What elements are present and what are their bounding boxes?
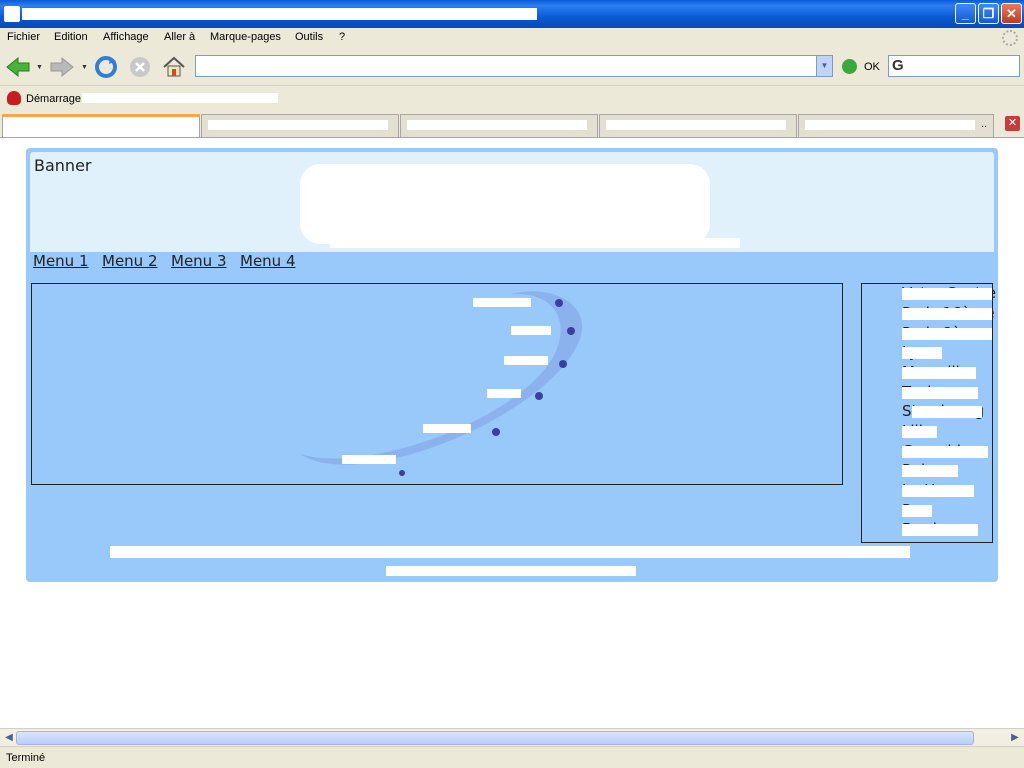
menu-fichier[interactable]: Fichier: [7, 31, 40, 43]
menu-outils[interactable]: Outils: [295, 31, 323, 43]
menu-help[interactable]: ?: [339, 31, 345, 43]
close-tab-icon[interactable]: ✕: [1005, 116, 1020, 131]
back-arrow-icon: [6, 56, 30, 78]
orbit-label-redaction: [511, 326, 551, 335]
orbit-label-redaction: [473, 298, 531, 307]
banner: Banner: [30, 152, 994, 252]
bookmark-icon: [7, 91, 21, 105]
forward-dropdown-icon[interactable]: ▼: [81, 64, 88, 71]
menu-3-link[interactable]: Menu 3: [171, 252, 227, 270]
status-bar: Terminé: [0, 746, 1024, 768]
sidebar-redaction: [902, 328, 992, 340]
stop-icon: [130, 57, 150, 77]
tab-4[interactable]: [599, 114, 797, 137]
search-engine-icon[interactable]: G: [892, 57, 904, 74]
sidebar-redaction: [902, 367, 976, 379]
reload-button[interactable]: [92, 53, 120, 81]
orbit-dot: [559, 360, 567, 368]
stop-button[interactable]: [126, 53, 154, 81]
go-icon[interactable]: [842, 59, 857, 74]
orbit-label-redaction: [423, 424, 471, 433]
sidebar-redaction: [902, 387, 978, 399]
url-dropdown-icon[interactable]: ▼: [816, 56, 832, 76]
bookmarks-toolbar: Démarrage: [0, 87, 1024, 111]
reload-icon: [95, 56, 117, 78]
sidebar-redaction: [902, 308, 992, 320]
sidebar-redaction: [902, 446, 988, 458]
menu-2-link[interactable]: Menu 2: [102, 252, 158, 270]
banner-label: Banner: [34, 156, 92, 175]
menu-1-link[interactable]: Menu 1: [33, 252, 89, 270]
footer-redaction-2: [386, 566, 636, 576]
tab-overflow[interactable]: ..: [981, 118, 987, 130]
forward-button[interactable]: [48, 53, 76, 81]
sidebar-redaction: [902, 524, 978, 536]
orbit-label-redaction: [487, 389, 521, 398]
tab-3[interactable]: [400, 114, 598, 137]
menu-marque-pages[interactable]: Marque-pages: [210, 31, 281, 43]
forward-arrow-icon: [50, 56, 74, 78]
menubar: Fichier Edition Affichage Aller à Marque…: [0, 28, 1024, 48]
menu-aller-a[interactable]: Aller à: [164, 31, 195, 43]
app-icon: [4, 6, 20, 22]
orbit-label-redaction: [504, 356, 548, 365]
menu-4-link[interactable]: Menu 4: [240, 252, 296, 270]
tab-1[interactable]: [2, 114, 200, 137]
close-window-button[interactable]: ✕: [1001, 3, 1022, 24]
window-titlebar: _ ❐ ✕: [0, 0, 1024, 28]
orbit-label-redaction: [342, 455, 396, 464]
scroll-right-icon[interactable]: ▶: [1008, 731, 1022, 745]
tab-bar: ..: [0, 111, 1024, 138]
search-input[interactable]: G: [888, 55, 1020, 77]
maximize-button[interactable]: ❐: [978, 3, 999, 24]
sidebar-redaction: [902, 347, 942, 359]
sidebar-redaction: [902, 426, 937, 438]
horizontal-scrollbar[interactable]: ◀ ▶: [0, 728, 1024, 746]
bookmark-demarrage[interactable]: Démarrage: [26, 93, 81, 105]
page-container: Banner Menu 1 Menu 2 Menu 3 Menu 4: [26, 148, 998, 582]
sidebar-redaction: [902, 465, 958, 477]
orbit-dot: [492, 428, 500, 436]
main-content-box: [31, 283, 843, 485]
home-icon: [163, 56, 185, 77]
orbit-dot: [399, 470, 405, 476]
scroll-left-icon[interactable]: ◀: [2, 731, 16, 745]
bookmark-redaction: [82, 93, 278, 103]
back-dropdown-icon[interactable]: ▼: [36, 64, 43, 71]
status-text: Terminé: [6, 752, 46, 764]
tab-5[interactable]: [798, 114, 994, 137]
orbit-graphic: [300, 291, 583, 476]
page-viewport: Banner Menu 1 Menu 2 Menu 3 Menu 4: [0, 138, 1024, 728]
orbit-dot: [555, 299, 563, 307]
orbit-dot: [535, 392, 543, 400]
home-button[interactable]: [160, 53, 188, 81]
window-title-redaction: [22, 8, 537, 20]
throbber-icon: [1002, 30, 1018, 46]
back-button[interactable]: [4, 53, 32, 81]
sidebar-redaction: [912, 406, 982, 418]
menu-affichage[interactable]: Affichage: [103, 31, 149, 43]
sidebar-redaction: [902, 485, 974, 497]
url-input[interactable]: ▼: [195, 55, 833, 77]
sidebar-redaction: [902, 505, 932, 517]
scrollbar-thumb[interactable]: [16, 731, 974, 745]
orbit-dot: [567, 327, 575, 335]
banner-redaction-2: [330, 238, 740, 248]
sidebar-redaction: [902, 288, 992, 300]
go-button[interactable]: OK: [864, 61, 880, 73]
minimize-button[interactable]: _: [955, 3, 976, 24]
sidebar-box: Votre Centre Paris 16ème Paris 8ème Lyon…: [861, 283, 996, 543]
footer-redaction: [110, 546, 910, 558]
menu-edition[interactable]: Edition: [54, 31, 88, 43]
banner-redaction: [300, 164, 710, 244]
tab-2[interactable]: [201, 114, 399, 137]
